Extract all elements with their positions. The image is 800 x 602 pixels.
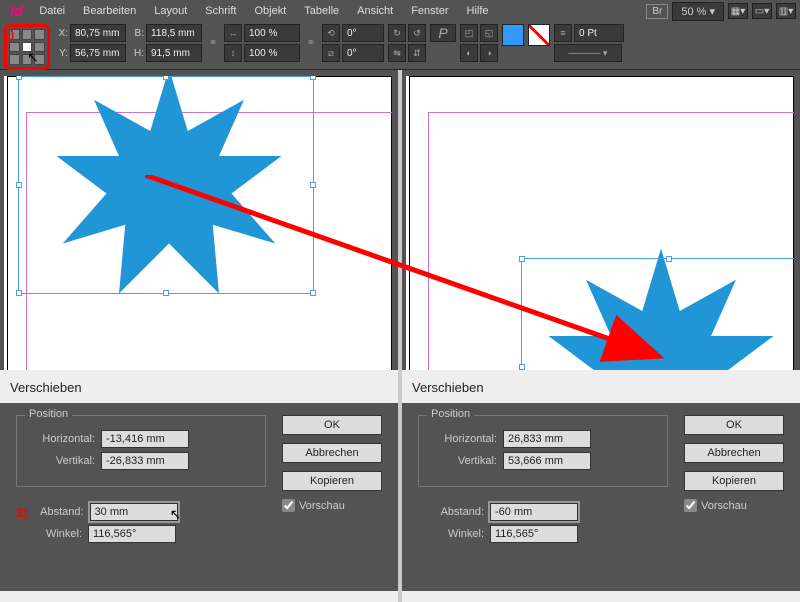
annotation-2: 2) (16, 505, 28, 520)
rotate-cw-icon[interactable]: ↻ (388, 24, 406, 42)
horizontal-input[interactable] (503, 430, 591, 448)
h-label: H: (130, 48, 144, 59)
dialog-title: Verschieben (402, 376, 800, 399)
menu-tabelle[interactable]: Tabelle (296, 3, 347, 19)
canvas-right[interactable] (406, 76, 794, 370)
stroke-swatch[interactable] (528, 24, 550, 46)
preview-label: Vorschau (299, 500, 345, 512)
preview-checkbox[interactable]: Vorschau (684, 499, 784, 512)
w-input[interactable] (146, 24, 202, 42)
vertical-label: Vertikal: (431, 455, 497, 467)
cancel-button[interactable]: Abbrechen (282, 443, 382, 463)
preview-checkbox-input[interactable] (684, 499, 697, 512)
horizontal-input[interactable] (101, 430, 189, 448)
abstand-label: Abstand: (418, 506, 484, 518)
screen-mode-icon[interactable]: ▭▾ (752, 3, 772, 19)
menu-layout[interactable]: Layout (146, 3, 195, 19)
h-input[interactable] (146, 44, 202, 62)
menubar: Id 1) Datei Bearbeiten Layout Schrift Ob… (0, 0, 800, 22)
preview-label: Vorschau (701, 500, 747, 512)
stroke-weight-icon: ≡ (554, 24, 572, 42)
scale-x-icon: ↔ (224, 24, 242, 42)
abstand-input[interactable] (490, 503, 578, 521)
menu-hilfe[interactable]: Hilfe (459, 3, 497, 19)
preview-checkbox-input[interactable] (282, 499, 295, 512)
menu-datei[interactable]: Datei (31, 3, 73, 19)
app-logo: Id (4, 3, 29, 20)
annotation-1: 1) (2, 26, 14, 42)
x-input[interactable] (70, 24, 126, 42)
winkel-input[interactable] (88, 525, 176, 543)
bridge-badge[interactable]: Br (646, 4, 668, 19)
flip-v-icon[interactable]: ⇵ (408, 44, 426, 62)
w-label: B: (130, 28, 144, 39)
vertical-label: Vertikal: (29, 455, 95, 467)
canvas-area (0, 70, 800, 370)
scale-y-input[interactable] (244, 44, 300, 62)
winkel-label: Winkel: (418, 528, 484, 540)
preview-checkbox[interactable]: Vorschau (282, 499, 382, 512)
move-dialog-left: Verschieben Position Horizontal: Vertika… (0, 370, 398, 602)
menu-ansicht[interactable]: Ansicht (349, 3, 401, 19)
ok-button[interactable]: OK (282, 415, 382, 435)
arrange-icon[interactable]: ▥▾ (776, 3, 796, 19)
winkel-input[interactable] (490, 525, 578, 543)
zoom-level[interactable]: 50 % ▾ (672, 2, 724, 21)
move-dialog-right: Verschieben Position Horizontal: Vertika… (402, 370, 800, 602)
x-label: X: (54, 28, 68, 39)
copy-button[interactable]: Kopieren (684, 471, 784, 491)
flip-indicator: P (430, 24, 456, 42)
y-label: Y: (54, 48, 68, 59)
link-scale-icon[interactable]: ⚭ (304, 24, 318, 60)
horizontal-label: Horizontal: (431, 433, 497, 445)
select-container-icon[interactable]: ◰ (460, 24, 478, 42)
abstand-input[interactable] (90, 503, 178, 521)
select-next-icon[interactable]: ◑ (480, 44, 498, 62)
winkel-label: Winkel: (16, 528, 82, 540)
flip-h-icon[interactable]: ⇋ (388, 44, 406, 62)
position-legend: Position (25, 408, 72, 420)
menu-objekt[interactable]: Objekt (246, 3, 294, 19)
dialog-title: Verschieben (0, 376, 398, 399)
position-legend: Position (427, 408, 474, 420)
selection-box-left (18, 76, 314, 294)
cancel-button[interactable]: Abbrechen (684, 443, 784, 463)
control-bar: ↖ X: Y: B: H: ⚭ ↔ ↕ ⚭ ⟲ ⧄ ↻↺ ⇋⇵ P ◰◱ ◐◑ … (0, 22, 800, 70)
selection-box-right (521, 258, 794, 370)
rotate-icon: ⟲ (322, 24, 340, 42)
menu-bearbeiten[interactable]: Bearbeiten (75, 3, 144, 19)
menu-fenster[interactable]: Fenster (403, 3, 456, 19)
scale-x-input[interactable] (244, 24, 300, 42)
canvas-left[interactable] (4, 76, 392, 370)
horizontal-label: Horizontal: (29, 433, 95, 445)
copy-button[interactable]: Kopieren (282, 471, 382, 491)
vertical-input[interactable] (503, 452, 591, 470)
view-options-icon[interactable]: ▦▾ (728, 3, 748, 19)
ok-button[interactable]: OK (684, 415, 784, 435)
position-fieldset: Position Horizontal: Vertikal: (418, 415, 668, 487)
stroke-weight-input[interactable] (574, 24, 624, 42)
y-input[interactable] (70, 44, 126, 62)
position-fieldset: Position Horizontal: Vertikal: (16, 415, 266, 487)
select-prev-icon[interactable]: ◐ (460, 44, 478, 62)
shear-icon: ⧄ (322, 44, 340, 62)
rotate-ccw-icon[interactable]: ↺ (408, 24, 426, 42)
menu-schrift[interactable]: Schrift (197, 3, 244, 19)
link-wh-icon[interactable]: ⚭ (206, 24, 220, 60)
shear-input[interactable] (342, 44, 384, 62)
select-content-icon[interactable]: ◱ (480, 24, 498, 42)
scale-y-icon: ↕ (224, 44, 242, 62)
vertical-input[interactable] (101, 452, 189, 470)
rotate-input[interactable] (342, 24, 384, 42)
dialogs-row: Verschieben Position Horizontal: Vertika… (0, 370, 800, 602)
fill-swatch[interactable] (502, 24, 524, 46)
stroke-style-dropdown[interactable]: ───── ▾ (554, 44, 622, 62)
abstand-label: Abstand: (36, 506, 84, 518)
